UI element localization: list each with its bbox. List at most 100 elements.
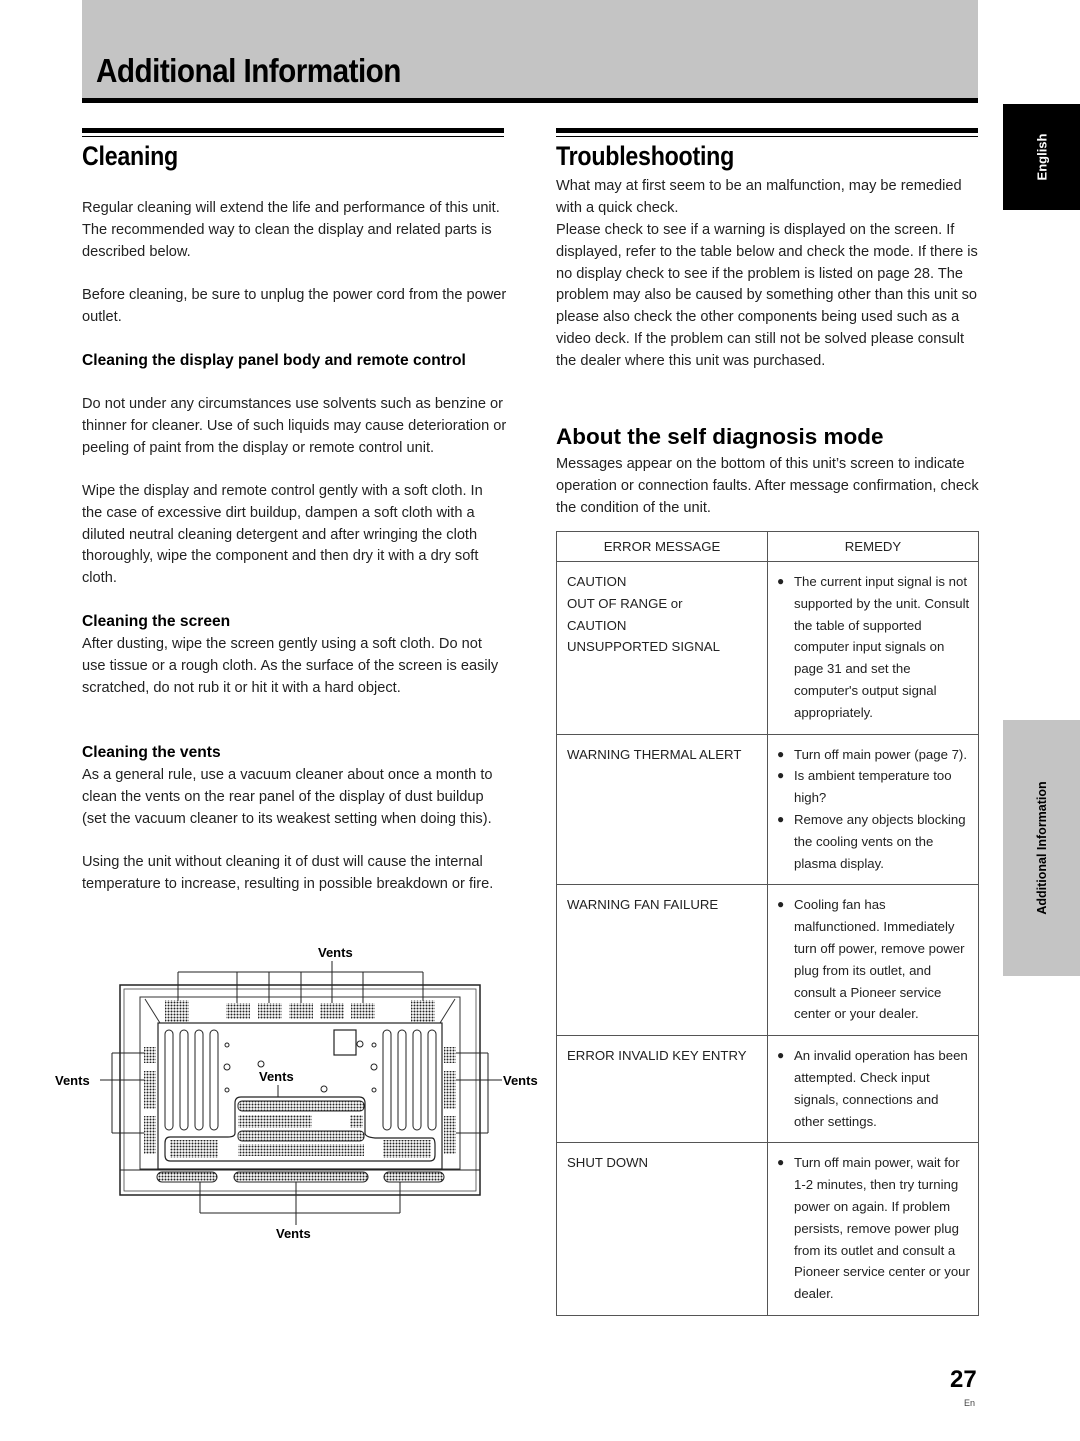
bullet-icon: ● <box>777 1048 785 1063</box>
table-row: WARNING THERMAL ALERT ● Turn off main powe… <box>556 733 979 886</box>
language-tab: English <box>1003 104 1080 210</box>
error-message-cell: CAUTION OUT OF RANGE or CAUTION UNSUPPORTED… <box>556 561 768 735</box>
vents-label-left: Vents <box>55 1073 90 1088</box>
error-message-line: WARNING THERMAL ALERT <box>567 746 742 762</box>
remedy-text: Turn off main power (page 7). <box>794 746 967 762</box>
right-vent <box>444 1116 456 1154</box>
bullet-icon: ● <box>777 746 785 761</box>
table-header-row: ERROR MESSAGE REMEDY <box>556 531 979 562</box>
right-vent <box>444 1071 456 1109</box>
panel-paragraph-1: Do not under any circumstances use solve… <box>82 396 507 456</box>
remedy-item: ● Remove any objects blocking the cooling… <box>777 809 972 874</box>
self-diagnosis-title: About the self diagnosis mode <box>556 424 884 449</box>
remedy-item: ● Turn off main power, wait for 1-2 minut… <box>777 1152 972 1305</box>
vents-paragraph-1: As a general rule, use a vacuum cleaner … <box>82 767 493 827</box>
center-vent <box>383 1140 431 1158</box>
column-header-remedy: REMEDY <box>767 531 979 562</box>
page-language-code: En <box>964 1398 976 1408</box>
vents-label-center: Vents <box>259 1069 294 1084</box>
left-vent <box>144 1047 156 1063</box>
bullet-icon: ● <box>777 768 785 783</box>
vents-label-top: Vents <box>318 945 353 960</box>
error-message-line: SHUT DOWN <box>567 1155 649 1171</box>
remedy-item: ● An invalid operation has been attempted… <box>777 1045 972 1132</box>
screen-paragraph: After dusting, wipe the screen gently us… <box>82 636 499 696</box>
top-vent <box>226 1003 250 1019</box>
top-vent <box>289 1003 313 1019</box>
center-vent <box>170 1140 218 1158</box>
remedy-item: ● Turn off main power (page 7). <box>777 744 972 766</box>
remedy-text: Is ambient temperature too high? <box>794 768 952 806</box>
cleaning-title: Cleaning <box>82 141 178 171</box>
top-vent <box>320 1003 344 1019</box>
remedy-item: ● The current input signal is not support… <box>777 571 972 724</box>
vents-label-bottom: Vents <box>276 1226 311 1241</box>
panel-heading: Cleaning the display panel body and remo… <box>82 352 466 369</box>
table-row: ERROR INVALID KEY ENTRY ● An invalid opera… <box>556 1035 979 1144</box>
remedy-item: ● Is ambient temperature too high? <box>777 765 972 809</box>
remedy-cell: ● An invalid operation has been attempted… <box>767 1035 979 1144</box>
top-vent <box>258 1003 282 1019</box>
left-vent <box>144 1071 156 1109</box>
table-row: CAUTION OUT OF RANGE or CAUTION UNSUPPORTED… <box>556 561 979 735</box>
center-vent <box>350 1115 363 1128</box>
page-number: 27 <box>950 1366 977 1393</box>
left-vent <box>144 1116 156 1154</box>
error-message-cell: WARNING THERMAL ALERT <box>556 733 768 886</box>
vents-label-right: Vents <box>503 1073 538 1088</box>
bottom-vent <box>156 1171 218 1183</box>
language-tab-label: English <box>1034 133 1049 181</box>
panel-paragraph-2: Wipe the display and remote control gent… <box>82 483 483 587</box>
center-vent <box>237 1130 365 1142</box>
section-rule <box>82 128 504 133</box>
error-message-line: WARNING FAN FAILURE <box>567 897 719 913</box>
section-tab-label: Additional Information <box>1034 781 1049 915</box>
error-message-cell: SHUT DOWN <box>556 1142 768 1316</box>
bottom-vent <box>383 1171 445 1183</box>
error-message-line: UNSUPPORTED SIGNAL <box>567 639 720 655</box>
top-vent <box>165 1000 189 1022</box>
error-message-line: ERROR INVALID KEY ENTRY <box>567 1048 747 1064</box>
error-message-line: CAUTION <box>567 617 627 633</box>
section-rule <box>556 128 978 133</box>
vents-heading: Cleaning the vents <box>82 744 221 761</box>
remedy-text: Cooling fan has malfunctioned. Immediate… <box>794 897 965 1022</box>
troubleshooting-paragraph-2: Please check to see if a warning is disp… <box>556 222 978 369</box>
remedy-cell: ● The current input signal is not support… <box>767 561 979 735</box>
center-vent <box>238 1115 312 1128</box>
cleaning-intro: Regular cleaning will extend the life an… <box>82 200 500 260</box>
table-row: SHUT DOWN ● Turn off main power, wait for … <box>556 1142 979 1316</box>
remedy-item: ● Cooling fan has malfunctioned. Immediat… <box>777 894 972 1025</box>
error-message-cell: ERROR INVALID KEY ENTRY <box>556 1035 768 1144</box>
center-vent <box>237 1100 365 1112</box>
vents-paragraph-2: Using the unit without cleaning it of du… <box>82 854 494 892</box>
center-vent <box>238 1144 364 1156</box>
column-header-error-message: ERROR MESSAGE <box>556 531 768 562</box>
remedy-cell: ● Cooling fan has malfunctioned. Immediat… <box>767 884 979 1037</box>
remedy-text: Remove any objects blocking the cooling … <box>794 811 966 871</box>
right-vent <box>444 1047 456 1063</box>
remedy-cell: ● Turn off main power, wait for 1-2 minut… <box>767 1142 979 1316</box>
bullet-icon: ● <box>777 811 785 826</box>
remedy-text: An invalid operation has been attempted.… <box>794 1048 968 1129</box>
rear-panel-diagram: Vents Vents Vents Vents Vents <box>55 945 538 1241</box>
remedy-text: Turn off main power, wait for 1-2 minute… <box>794 1155 970 1302</box>
bullet-icon: ● <box>777 574 785 588</box>
bullet-icon: ● <box>777 1155 785 1170</box>
table-row: WARNING FAN FAILURE ● Cooling fan has malf… <box>556 884 979 1037</box>
header-rule <box>82 98 978 103</box>
error-message-line: OUT OF RANGE or <box>567 595 683 611</box>
section-rule <box>556 136 978 137</box>
error-message-cell: WARNING FAN FAILURE <box>556 884 768 1037</box>
section-rule <box>82 136 504 137</box>
remedy-cell: ● Turn off main power (page 7). ● Is ambien… <box>767 733 979 886</box>
bullet-icon: ● <box>777 897 785 912</box>
self-diagnosis-paragraph: Messages appear on the bottom of this un… <box>556 456 979 516</box>
top-vent <box>411 1000 435 1022</box>
page-title: Additional Information <box>96 52 401 89</box>
top-vent <box>351 1003 375 1019</box>
troubleshooting-paragraph-1: What may at first seem to be an malfunct… <box>556 178 962 216</box>
screen-heading: Cleaning the screen <box>82 613 231 630</box>
troubleshooting-title: Troubleshooting <box>556 141 735 171</box>
error-message-line: CAUTION <box>567 574 627 589</box>
